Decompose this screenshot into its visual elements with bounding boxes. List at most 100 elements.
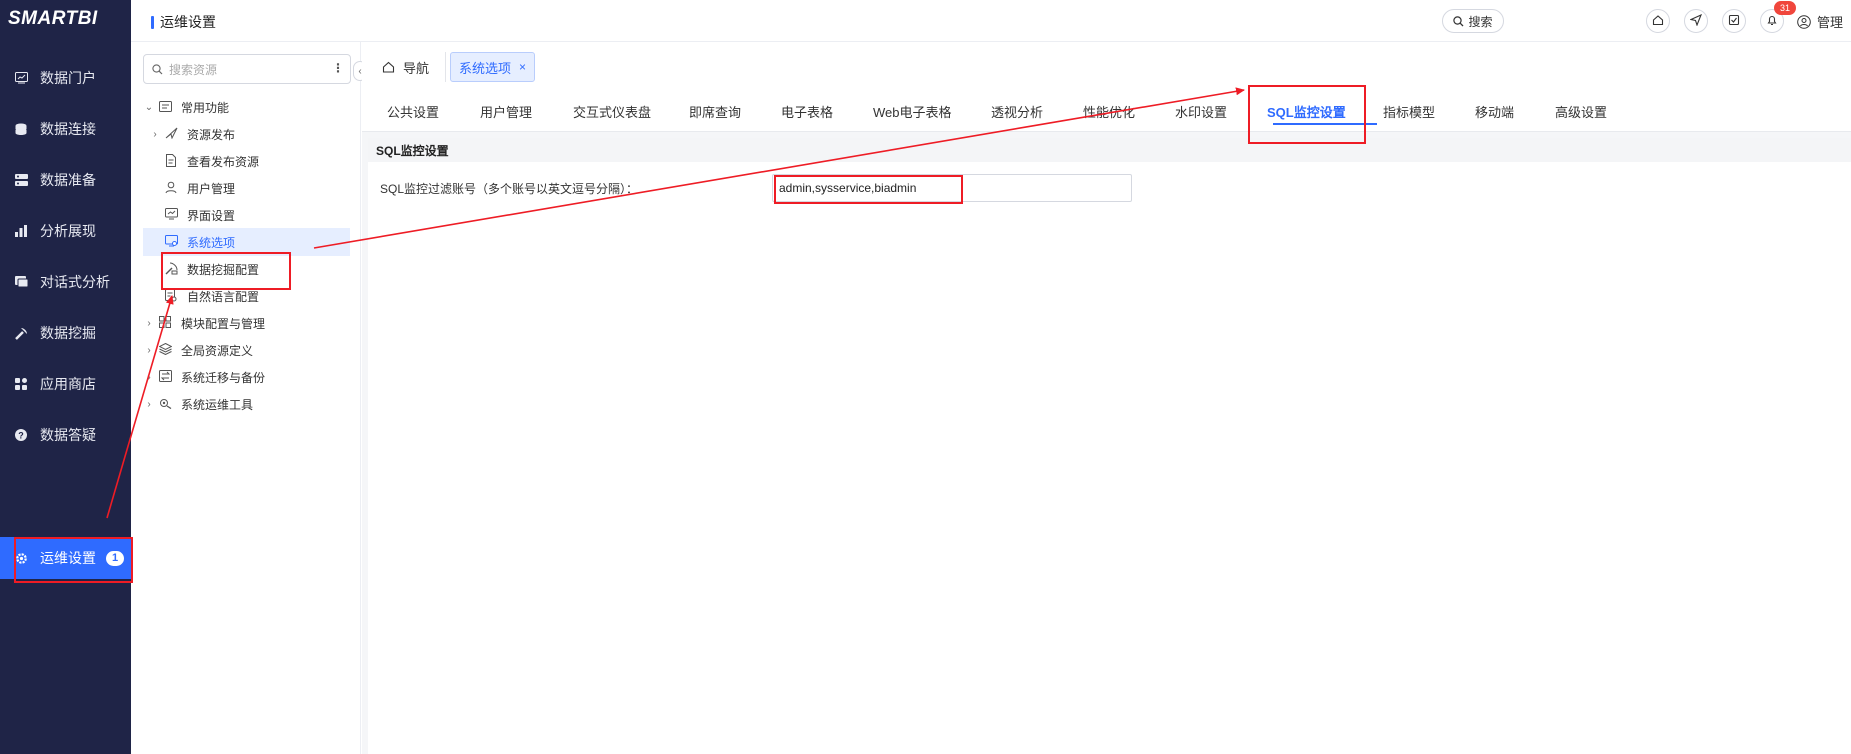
tree-item-resource-publish[interactable]: › 资源发布 bbox=[143, 120, 350, 148]
tab-navigation-label: 导航 bbox=[403, 60, 430, 76]
nav-item-data-prep[interactable]: 数据准备 bbox=[0, 159, 131, 201]
migrate-icon bbox=[159, 370, 173, 384]
nav-item-label: 数据准备 bbox=[40, 172, 96, 188]
tree-item-label: 自然语言配置 bbox=[187, 289, 260, 304]
subtab-pivot-analysis[interactable]: 透视分析 bbox=[991, 91, 1083, 131]
subtab-advanced[interactable]: 高级设置 bbox=[1555, 91, 1647, 131]
chevron-right-icon[interactable]: › bbox=[143, 345, 155, 356]
user-menu[interactable]: 管理 bbox=[1797, 12, 1843, 31]
subtab-user-management[interactable]: 用户管理 bbox=[480, 91, 573, 131]
server-icon bbox=[14, 173, 28, 187]
tree-item-global-resources[interactable]: › 全局资源定义 bbox=[143, 336, 350, 364]
grid-icon bbox=[14, 377, 28, 391]
nav-item-app-store[interactable]: 应用商店 bbox=[0, 363, 131, 405]
subtab-web-spreadsheet[interactable]: Web电子表格 bbox=[873, 91, 991, 131]
annotation-box-system-options bbox=[161, 252, 291, 290]
subtab-label: Web电子表格 bbox=[873, 104, 952, 120]
subtab-label: 公共设置 bbox=[387, 104, 440, 120]
nav-item-data-portal[interactable]: 数据门户 bbox=[0, 57, 131, 99]
nav-item-data-connect[interactable]: 数据连接 bbox=[0, 108, 131, 150]
tree-item-ui-settings[interactable]: 界面设置 bbox=[143, 201, 350, 229]
system-settings-icon bbox=[165, 235, 179, 249]
nav-item-label: 数据答疑 bbox=[40, 427, 96, 443]
home-button[interactable] bbox=[1646, 9, 1670, 33]
subtab-label: 指标模型 bbox=[1383, 104, 1436, 120]
user-icon bbox=[165, 181, 179, 195]
folder-icon bbox=[159, 100, 173, 114]
tree-item-label: 查看发布资源 bbox=[187, 154, 260, 169]
tree-search-input[interactable]: 搜索资源 ⋮ bbox=[143, 54, 351, 84]
notification-count-badge: 31 bbox=[1774, 1, 1796, 15]
settings-content: SQL监控设置 SQL监控过滤账号（多个账号以英文逗号分隔）： bbox=[368, 138, 1851, 754]
tree-item-ops-tools[interactable]: › 系统运维工具 bbox=[143, 390, 350, 418]
annotation-box-input bbox=[774, 175, 963, 204]
subtab-spreadsheet[interactable]: 电子表格 bbox=[781, 91, 873, 131]
subtab-label: 交互式仪表盘 bbox=[573, 104, 652, 120]
search-icon bbox=[1453, 15, 1464, 27]
global-search-button[interactable]: 搜索 bbox=[1442, 9, 1504, 33]
nav-item-data-mining[interactable]: 数据挖掘 bbox=[0, 312, 131, 354]
subtab-metric-model[interactable]: 指标模型 bbox=[1383, 91, 1475, 131]
nav-item-data-qa[interactable]: ? 数据答疑 bbox=[0, 414, 131, 456]
nav-item-label: 分析展现 bbox=[40, 223, 96, 239]
subtab-label: 电子表格 bbox=[781, 104, 834, 120]
tree-item-common-functions[interactable]: ⌄ 常用功能 bbox=[143, 93, 350, 121]
tab-system-options-label: 系统选项 bbox=[459, 60, 512, 76]
sql-filter-accounts-label: SQL监控过滤账号（多个账号以英文逗号分隔）： bbox=[380, 182, 639, 196]
tree-item-label: 界面设置 bbox=[187, 208, 236, 223]
subtab-dashboard[interactable]: 交互式仪表盘 bbox=[573, 91, 689, 131]
chevron-right-icon[interactable]: › bbox=[149, 129, 161, 140]
subtab-label: 水印设置 bbox=[1175, 104, 1228, 120]
section-title: SQL监控设置 bbox=[368, 138, 1851, 162]
chevron-down-icon[interactable]: ⌄ bbox=[143, 102, 155, 113]
more-options-icon[interactable]: ⋮ bbox=[332, 61, 344, 75]
open-tabs-bar: 导航 系统选项 × bbox=[362, 42, 1851, 92]
question-icon: ? bbox=[14, 428, 28, 442]
subtab-label: 用户管理 bbox=[480, 104, 533, 120]
send-icon bbox=[165, 127, 179, 141]
subtab-performance[interactable]: 性能优化 bbox=[1083, 91, 1175, 131]
tree-item-label: 模块配置与管理 bbox=[181, 316, 266, 331]
send-button[interactable] bbox=[1684, 9, 1708, 33]
nav-item-analysis[interactable]: 分析展现 bbox=[0, 210, 131, 252]
annotation-box-ops-settings bbox=[14, 537, 133, 583]
nav-item-conversational[interactable]: 对话式分析 bbox=[0, 261, 131, 303]
tree-search-placeholder: 搜索资源 bbox=[169, 62, 218, 77]
chevron-right-icon[interactable]: › bbox=[143, 399, 155, 410]
tree-item-label: 系统迁移与备份 bbox=[181, 370, 266, 385]
tree-item-label: 全局资源定义 bbox=[181, 343, 254, 358]
close-icon[interactable]: × bbox=[519, 60, 526, 74]
search-label: 搜索 bbox=[1468, 14, 1493, 29]
chevron-right-icon[interactable]: › bbox=[143, 318, 155, 329]
tasks-button[interactable] bbox=[1722, 9, 1746, 33]
left-navigation: SMARTBI 数据门户 数据连接 数据准备 分析展现 对话式分析 数据挖掘 应… bbox=[0, 0, 131, 754]
app-logo: SMARTBI bbox=[8, 8, 98, 29]
tree-item-system-migration[interactable]: › 系统迁移与备份 bbox=[143, 363, 350, 391]
subtab-public-settings[interactable]: 公共设置 bbox=[387, 91, 480, 131]
monitor-icon bbox=[14, 71, 28, 85]
pickaxe-icon bbox=[14, 326, 28, 340]
chat-icon bbox=[14, 275, 28, 289]
database-icon bbox=[14, 122, 28, 136]
modules-icon bbox=[159, 316, 173, 330]
home-icon bbox=[1652, 14, 1664, 29]
tab-navigation[interactable]: 导航 bbox=[370, 52, 441, 82]
subtab-mobile[interactable]: 移动端 bbox=[1475, 91, 1555, 131]
tab-system-options[interactable]: 系统选项 × bbox=[450, 52, 536, 82]
subtab-adhoc-query[interactable]: 即席查询 bbox=[689, 91, 781, 131]
annotation-box-sql-tab bbox=[1248, 85, 1366, 144]
nav-item-label: 数据门户 bbox=[40, 70, 96, 86]
tree-item-user-management[interactable]: 用户管理 bbox=[143, 174, 350, 202]
tree-item-view-published[interactable]: 查看发布资源 bbox=[143, 147, 350, 175]
tree-item-label: 资源发布 bbox=[187, 127, 236, 142]
breadcrumb-marker bbox=[151, 15, 154, 29]
bell-icon bbox=[1766, 14, 1778, 29]
tab-divider bbox=[445, 52, 447, 82]
tree-item-label: 系统选项 bbox=[187, 235, 236, 250]
chevron-right-icon[interactable]: › bbox=[143, 372, 155, 383]
subtab-label: 透视分析 bbox=[991, 104, 1044, 120]
nav-item-label: 对话式分析 bbox=[40, 274, 110, 290]
main-area: 导航 系统选项 × 公共设置 用户管理 交互式仪表盘 即席查询 电子表格 Web… bbox=[362, 42, 1851, 754]
bar-chart-icon bbox=[14, 224, 28, 238]
tree-item-module-config[interactable]: › 模块配置与管理 bbox=[143, 309, 350, 337]
